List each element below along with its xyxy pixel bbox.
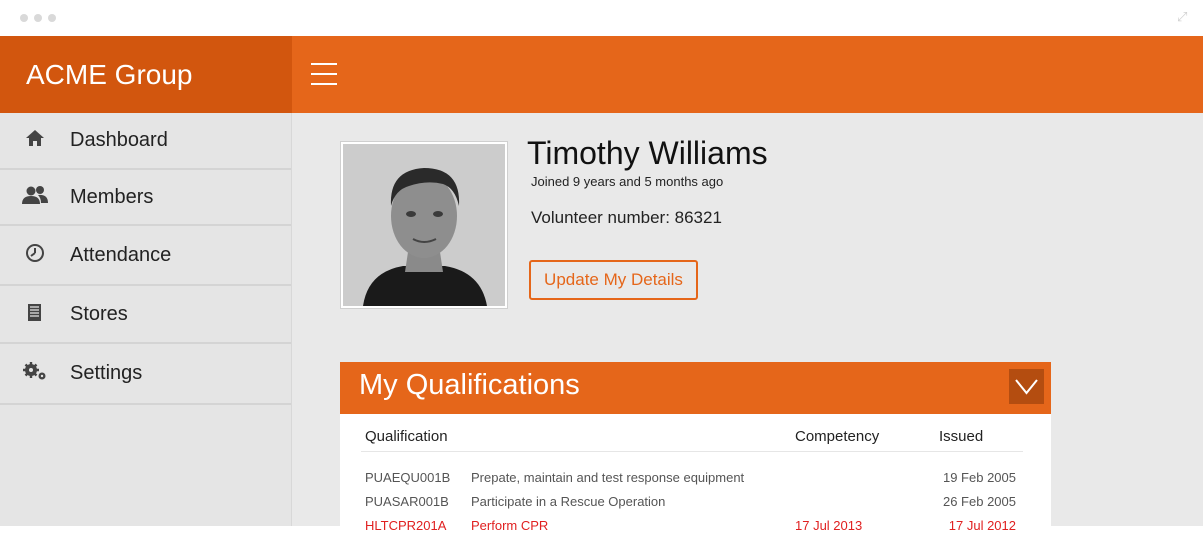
window-dot-icon xyxy=(48,14,56,22)
sidebar-item-label: Attendance xyxy=(70,243,172,266)
column-header-qualification[interactable]: Qualification xyxy=(361,428,795,452)
sidebar-item-attendance[interactable]: Attendance xyxy=(0,226,291,286)
competency-date xyxy=(795,490,939,514)
qualifications-title: My Qualifications xyxy=(359,369,580,401)
stores-icon xyxy=(0,302,70,327)
column-header-competency[interactable]: Competency xyxy=(795,428,939,452)
avatar xyxy=(343,144,505,306)
qualification-code: PUAEQU001B xyxy=(365,470,451,486)
qualification-description: Participate in a Rescue Operation xyxy=(471,494,666,509)
window-dot-icon xyxy=(34,14,42,22)
qualifications-header: My Qualifications xyxy=(340,362,1051,414)
table-row[interactable]: PUAEQU001B Prepate, maintain and test re… xyxy=(361,452,1023,490)
home-icon xyxy=(0,129,70,152)
profile-photo xyxy=(340,141,508,309)
qualifications-panel: My Qualifications Qualification Competen… xyxy=(340,362,1051,533)
sidebar-item-dashboard[interactable]: Dashboard xyxy=(0,113,291,170)
sidebar-item-label: Stores xyxy=(70,302,128,325)
app: ACME Group Dashboard Members Attendance xyxy=(0,36,1203,533)
expand-icon[interactable]: ⤢ xyxy=(1177,9,1193,25)
issued-date: 19 Feb 2005 xyxy=(942,470,1016,486)
update-details-button[interactable]: Update My Details xyxy=(529,260,698,300)
browser-chrome: ⤢ xyxy=(0,0,1203,36)
table-header-row: Qualification Competency Issued xyxy=(361,428,1023,452)
chevron-down-icon xyxy=(1015,379,1038,395)
sidebar-item-stores[interactable]: Stores xyxy=(0,286,291,344)
hamburger-menu-icon[interactable] xyxy=(311,63,337,85)
sidebar-item-label: Dashboard xyxy=(70,129,168,151)
collapse-button[interactable] xyxy=(1009,369,1044,404)
sidebar-item-settings[interactable]: Settings xyxy=(0,344,291,405)
sidebar: Dashboard Members Attendance Stores Sett… xyxy=(0,113,292,526)
table-row[interactable]: PUASAR001B Participate in a Rescue Opera… xyxy=(361,490,1023,514)
sidebar-item-label: Settings xyxy=(70,362,143,384)
joined-text: Joined 9 years and 5 months ago xyxy=(531,174,724,189)
issued-date: 26 Feb 2005 xyxy=(942,494,1016,509)
window-dot-icon xyxy=(20,14,28,22)
main-content: Timothy Williams Joined 9 years and 5 mo… xyxy=(292,113,1203,533)
clock-icon xyxy=(0,243,70,268)
gears-icon xyxy=(0,361,70,386)
sidebar-item-members[interactable]: Members xyxy=(0,170,291,226)
volunteer-number: Volunteer number: 86321 xyxy=(531,208,722,227)
qualification-description: Prepate, maintain and test response equi… xyxy=(471,470,745,486)
profile-name: Timothy Williams xyxy=(527,135,768,171)
sidebar-item-label: Members xyxy=(70,185,154,208)
qualifications-table: Qualification Competency Issued PUAEQU00… xyxy=(361,428,1023,538)
top-bar xyxy=(292,36,1203,113)
members-icon xyxy=(0,185,70,210)
brand-title[interactable]: ACME Group xyxy=(0,36,292,113)
column-header-issued[interactable]: Issued xyxy=(939,428,1023,452)
competency-date xyxy=(795,452,939,490)
qualification-code: PUASAR001B xyxy=(365,494,449,509)
